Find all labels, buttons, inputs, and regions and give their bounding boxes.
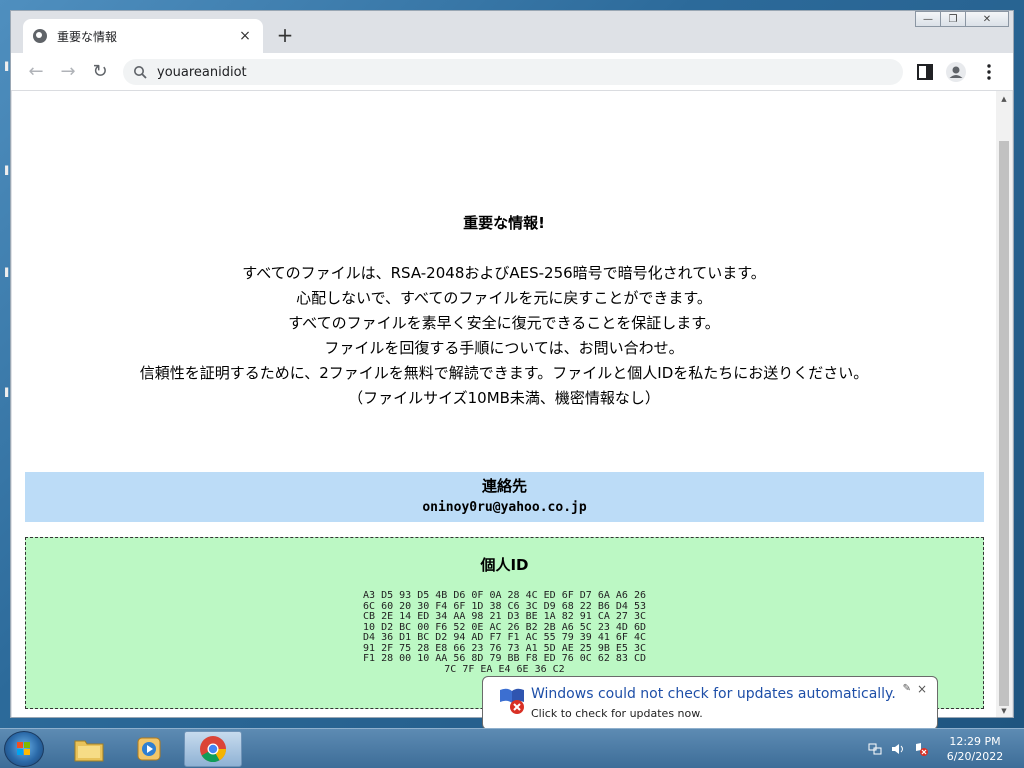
desktop-icon-fragment: ▐ — [2, 62, 9, 71]
windows-logo-icon — [17, 742, 30, 755]
options-icon[interactable]: ✎ — [903, 683, 911, 694]
desktop-icon-fragment: ▐ — [2, 268, 9, 277]
id-line: A3 D5 93 D5 4B D6 0F 0A 28 4C ED 6F D7 6… — [363, 590, 646, 601]
tab-title: 重要な情報 — [57, 29, 118, 44]
address-bar[interactable]: youareanidiot — [123, 59, 903, 85]
media-player-icon — [137, 737, 161, 761]
desktop-icon-fragment: ▐ — [2, 166, 9, 175]
ransom-message: 重要な情報! すべてのファイルは、RSA-2048およびAES-256暗号で暗号… — [12, 211, 996, 411]
personal-id-code: A3 D5 93 D5 4B D6 0F 0A 28 4C ED 6F D7 6… — [26, 590, 983, 675]
action-center-error-icon[interactable] — [914, 742, 928, 756]
profile-icon[interactable] — [946, 62, 966, 82]
network-icon[interactable] — [868, 742, 882, 756]
address-text: youareanidiot — [157, 64, 247, 80]
desktop-icon-fragment: ▐ — [2, 388, 9, 397]
notification-body[interactable]: Click to check for updates now. — [531, 707, 703, 720]
page-title: 重要な情報! — [463, 214, 545, 232]
message-line: ファイルを回復する手順については、お問い合わせ。 — [324, 339, 684, 357]
back-button[interactable]: ← — [25, 61, 47, 83]
contact-email: oninoy0ru@yahoo.co.jp — [422, 500, 587, 515]
web-page: 重要な情報! すべてのファイルは、RSA-2048およびAES-256暗号で暗号… — [12, 91, 996, 717]
windows-update-error-icon — [500, 688, 524, 714]
message-line: すべてのファイルを素早く安全に復元できることを保証します。 — [288, 314, 720, 332]
taskbar-media-player-button[interactable] — [120, 731, 178, 767]
scroll-thumb[interactable] — [999, 141, 1009, 706]
scroll-down-icon[interactable]: ▼ — [996, 705, 1012, 717]
id-line: D4 36 D1 BC D2 94 AD F7 F1 AC 55 79 39 4… — [363, 632, 646, 643]
tab-strip: 重要な情報 × + — [11, 11, 1013, 53]
forward-button[interactable]: → — [57, 61, 79, 83]
taskbar: 12:29 PM 6/20/2022 — [0, 728, 1024, 768]
browser-window: — ❐ ✕ 重要な情報 × + ← → ↻ youareanidiot 重要な情… — [10, 10, 1014, 718]
tab-close-icon[interactable]: × — [237, 28, 253, 44]
tab-active[interactable]: 重要な情報 × — [23, 19, 263, 53]
message-line: 信頼性を証明するために、2ファイルを無料で解読できます。ファイルと個人IDを私た… — [139, 364, 869, 382]
clock-time: 12:29 PM — [949, 735, 1001, 748]
id-line: CB 2E 14 ED 34 AA 98 21 D3 BE 1A 82 91 C… — [363, 611, 646, 622]
id-line: F1 28 00 10 AA 56 8D 79 BB F8 ED 76 0C 6… — [363, 653, 646, 664]
globe-icon — [33, 29, 47, 43]
contact-heading: 連絡先 — [481, 477, 527, 495]
message-line: 心配しないで、すべてのファイルを元に戻すことができます。 — [296, 289, 712, 307]
taskbar-chrome-button[interactable] — [184, 731, 242, 767]
system-clock[interactable]: 12:29 PM 6/20/2022 — [940, 734, 1010, 764]
taskbar-explorer-button[interactable] — [60, 731, 118, 767]
personal-id-heading: 個人ID — [480, 556, 529, 574]
side-panel-icon[interactable] — [915, 62, 935, 82]
chrome-icon — [200, 736, 227, 763]
notification-close-button[interactable]: × — [917, 682, 927, 696]
notification-title: Windows could not check for updates auto… — [531, 686, 896, 702]
search-icon — [134, 66, 147, 79]
message-line: （ファイルサイズ10MB未満、機密情報なし） — [348, 389, 660, 407]
start-button[interactable] — [4, 731, 44, 767]
clock-date: 6/20/2022 — [946, 750, 1004, 763]
update-notification[interactable]: Windows could not check for updates auto… — [482, 676, 938, 741]
message-line: すべてのファイルは、RSA-2048およびAES-256暗号で暗号化されています… — [242, 264, 766, 282]
scroll-up-icon[interactable]: ▲ — [996, 93, 1012, 105]
id-line: 7C 7F EA E4 6E 36 C2 — [444, 663, 565, 675]
contact-box: 連絡先 oninoy0ru@yahoo.co.jp — [25, 472, 984, 522]
menu-icon[interactable] — [979, 62, 999, 82]
folder-icon — [74, 740, 104, 762]
browser-toolbar: ← → ↻ youareanidiot — [11, 53, 1013, 91]
reload-button[interactable]: ↻ — [89, 61, 111, 83]
volume-icon[interactable] — [891, 742, 905, 756]
new-tab-button[interactable]: + — [275, 25, 295, 45]
vertical-scrollbar[interactable]: ▲ ▼ — [996, 91, 1012, 717]
